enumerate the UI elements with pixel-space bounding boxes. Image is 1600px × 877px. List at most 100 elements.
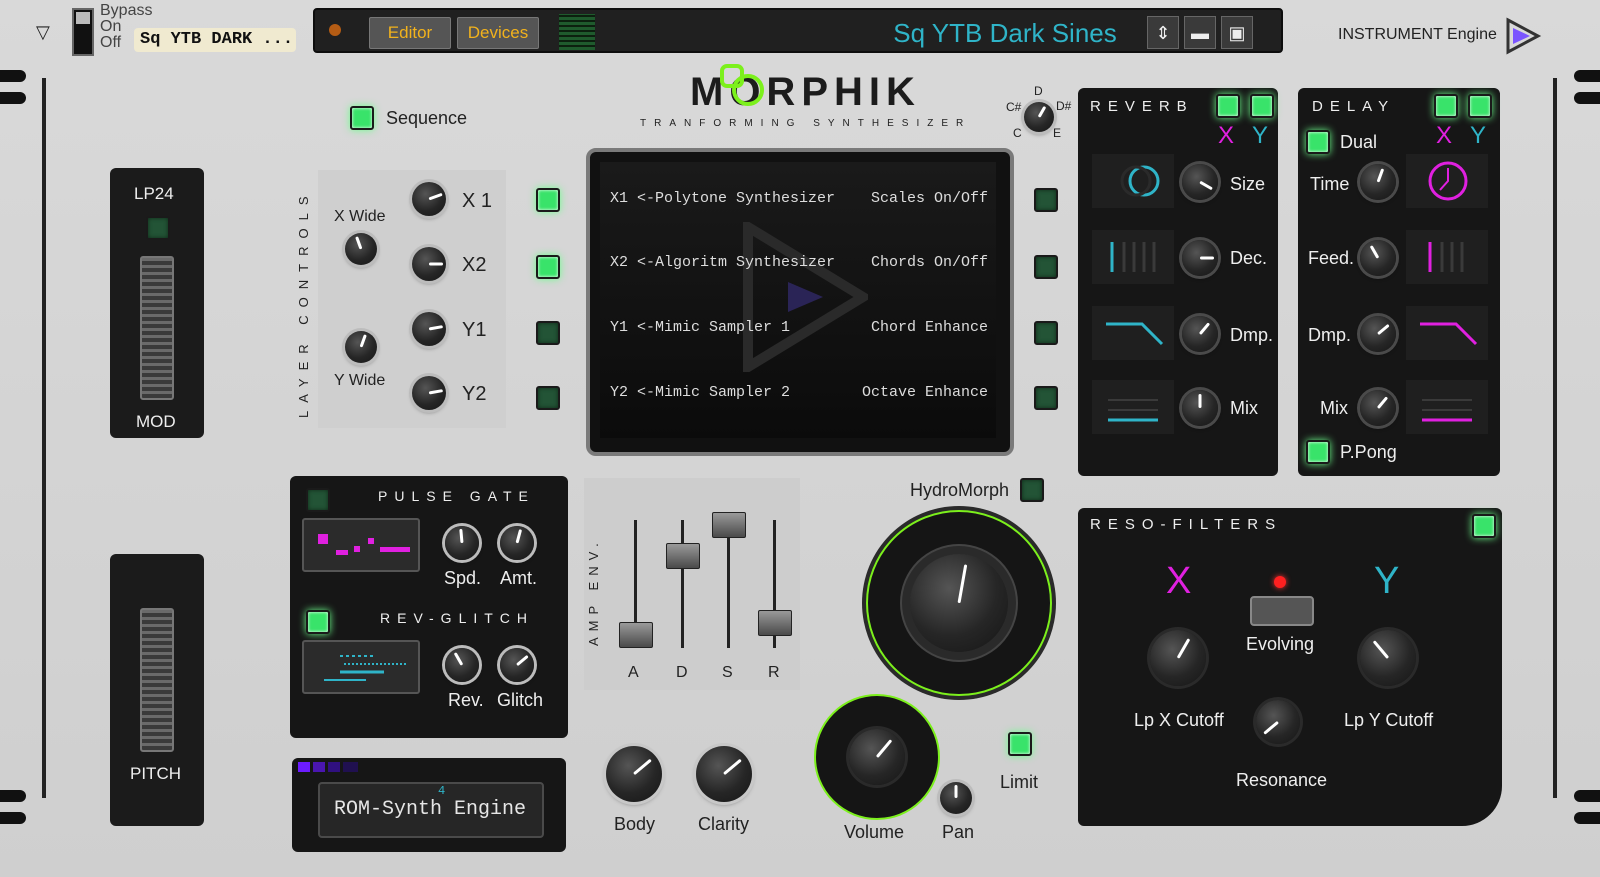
patch-name-display[interactable]: Sq YTB Dark Sines	[885, 18, 1125, 49]
body-knob[interactable]	[606, 746, 662, 802]
y1-knob[interactable]	[412, 312, 446, 346]
pulse-gate-amount-knob[interactable]	[500, 526, 534, 560]
reverb-x-label: X	[1218, 122, 1235, 149]
pitch-wheel[interactable]	[140, 608, 174, 752]
attack-fader[interactable]	[619, 621, 653, 648]
y-wide-knob[interactable]	[345, 331, 377, 363]
reverb-size-label: Size	[1230, 174, 1266, 194]
sustain-fader[interactable]	[712, 512, 746, 539]
scales-led[interactable]	[1034, 188, 1058, 212]
chords-led[interactable]	[1034, 255, 1058, 279]
logo-rings-icon	[720, 64, 764, 106]
reverb-size-display	[1092, 154, 1174, 208]
decay-fader-track	[681, 520, 684, 648]
patch-tag[interactable]: Sq YTB DARK ...	[134, 28, 296, 52]
save-icon[interactable]: ▣	[1221, 16, 1253, 49]
pulse-gate-led[interactable]	[306, 488, 330, 512]
delay-ppong-led[interactable]	[1306, 440, 1330, 464]
lp-x-cutoff-label: Lp X Cutoff	[1134, 710, 1224, 730]
chord-enhance-led[interactable]	[1034, 321, 1058, 345]
rev-knob[interactable]	[445, 648, 479, 682]
pulse-gate-speed-label: Spd.	[444, 568, 482, 588]
sequence-led[interactable]	[350, 106, 374, 130]
decay-fader[interactable]	[666, 542, 700, 569]
y2-layer-led[interactable]	[536, 386, 560, 410]
rev-glitch-led[interactable]	[306, 610, 330, 634]
display-play-watermark-icon	[743, 222, 868, 372]
clarity-label: Clarity	[698, 814, 750, 834]
volume-knob[interactable]	[849, 729, 905, 785]
x-wide-knob[interactable]	[345, 233, 377, 265]
folder-icon[interactable]: ▬	[1184, 16, 1216, 49]
y1-layer-led[interactable]	[536, 321, 560, 345]
glitch-knob[interactable]	[500, 648, 534, 682]
morphik-device: ▽ Bypass On Off Sq YTB DARK ... Editor D…	[0, 0, 1600, 877]
editor-tab[interactable]: Editor	[369, 17, 451, 49]
x2-knob[interactable]	[412, 247, 446, 281]
delay-damp-knob[interactable]	[1360, 316, 1396, 352]
y2-label: Y2	[462, 383, 487, 405]
reverb-y-enable-led[interactable]	[1250, 94, 1274, 118]
delay-mix-knob[interactable]	[1360, 390, 1396, 426]
lp-x-cutoff-knob[interactable]	[1150, 630, 1206, 686]
right-rail	[1553, 78, 1557, 798]
hydromorph-label: HydroMorph	[910, 480, 1010, 500]
reverb-mix-display	[1092, 380, 1174, 434]
pulse-gate-speed-knob[interactable]	[445, 526, 479, 560]
delay-y-enable-led[interactable]	[1468, 94, 1492, 118]
key-d-label: D	[1034, 84, 1043, 98]
reverb-panel: REVERB X Y Size Dec. Dmp. Mix	[1078, 88, 1278, 476]
limit-led[interactable]	[1008, 732, 1032, 756]
lp-y-cutoff-knob[interactable]	[1360, 630, 1416, 686]
display-line-y2-option[interactable]: Octave Enhance	[862, 384, 988, 401]
delay-dual-led[interactable]	[1306, 130, 1330, 154]
display-line-x1-option[interactable]: Scales On/Off	[871, 190, 988, 207]
x1-layer-led[interactable]	[536, 188, 560, 212]
reverb-x-enable-led[interactable]	[1216, 94, 1240, 118]
reverb-damp-knob[interactable]	[1182, 316, 1218, 352]
engine-display[interactable]: 4 ROM-Synth Engine	[318, 782, 544, 838]
instrument-engine-label: INSTRUMENT Engine	[1338, 26, 1497, 43]
delay-feedback-knob[interactable]	[1360, 240, 1396, 276]
x2-layer-led[interactable]	[536, 255, 560, 279]
fx-panel: PULSE GATE Spd. Amt. REV-GLITCH Rev. Gli…	[290, 476, 568, 738]
amp-env-title: AMP ENV.	[586, 537, 601, 646]
patch-browse-updown-icon[interactable]: ⇕	[1147, 16, 1179, 49]
octave-enhance-led[interactable]	[1034, 386, 1058, 410]
delay-x-label: X	[1436, 122, 1453, 149]
play-icon[interactable]	[1502, 16, 1542, 56]
key-selector-knob[interactable]	[1024, 102, 1054, 132]
display-line-y2: Y2 <-Mimic Sampler 2	[610, 384, 791, 401]
pan-knob[interactable]	[940, 782, 972, 814]
fold-toggle-icon[interactable]: ▽	[36, 22, 50, 43]
clarity-knob[interactable]	[696, 746, 752, 802]
reverb-title: REVERB	[1090, 98, 1194, 115]
mod-label: MOD	[136, 412, 176, 431]
delay-x-enable-led[interactable]	[1434, 94, 1458, 118]
engine-name: ROM-Synth Engine	[334, 798, 527, 821]
hydromorph-led[interactable]	[1020, 478, 1044, 502]
hydromorph-knob[interactable]	[910, 554, 1008, 652]
hydromorph-dial-ring	[866, 510, 1052, 696]
display-line-y1-option[interactable]: Chord Enhance	[871, 319, 988, 336]
rev-glitch-display	[302, 640, 420, 694]
resonance-knob[interactable]	[1256, 700, 1300, 744]
devices-tab[interactable]: Devices	[457, 17, 539, 49]
reverb-size-knob[interactable]	[1182, 164, 1218, 200]
reverb-decay-knob[interactable]	[1182, 240, 1218, 276]
rack-ear	[0, 92, 26, 104]
lp24-led[interactable]	[146, 216, 170, 240]
x1-knob[interactable]	[412, 182, 446, 216]
delay-time-knob[interactable]	[1360, 164, 1396, 200]
reso-filters-led[interactable]	[1472, 514, 1496, 538]
volume-label: Volume	[844, 822, 905, 842]
delay-mix-label: Mix	[1320, 398, 1348, 418]
delay-feedback-display	[1406, 230, 1488, 284]
reverb-mix-knob[interactable]	[1182, 390, 1218, 426]
bypass-switch[interactable]	[72, 8, 94, 56]
evolving-button[interactable]	[1250, 596, 1314, 626]
y2-knob[interactable]	[412, 376, 446, 410]
mod-wheel[interactable]	[140, 256, 174, 400]
display-line-x2-option[interactable]: Chords On/Off	[871, 254, 988, 271]
release-fader[interactable]	[758, 609, 792, 636]
